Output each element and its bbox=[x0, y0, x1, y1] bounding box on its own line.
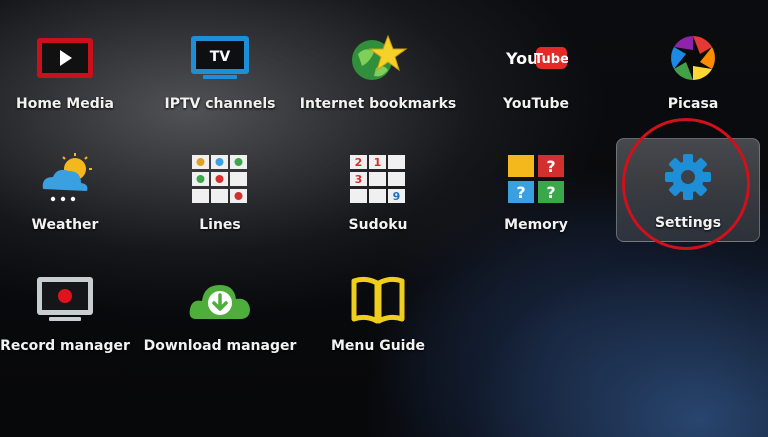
menu-item-download-manager[interactable]: Download manager bbox=[144, 256, 296, 356]
menu-item-record-manager[interactable]: Record manager bbox=[0, 256, 130, 356]
globe-star-icon bbox=[343, 30, 413, 86]
memory-mark: ? bbox=[546, 183, 555, 202]
menu-item-label: Memory bbox=[504, 217, 568, 233]
download-cloud-icon bbox=[185, 272, 255, 328]
menu-item-internet-bookmarks[interactable]: Internet bookmarks bbox=[300, 14, 456, 114]
memory-mark: ? bbox=[516, 183, 525, 202]
youtube-tube-text: Tube bbox=[534, 52, 568, 67]
menu-item-weather[interactable]: Weather bbox=[0, 135, 130, 235]
menu-item-picasa[interactable]: Picasa bbox=[628, 14, 758, 114]
sudoku-digit: 2 bbox=[355, 156, 363, 169]
menu-item-label: Record manager bbox=[0, 338, 130, 354]
menu-item-label: Lines bbox=[199, 217, 241, 233]
sudoku-icon: 2 1 3 9 bbox=[343, 151, 413, 207]
menu-item-memory[interactable]: ? ? ? Memory bbox=[471, 135, 601, 235]
menu-item-label: YouTube bbox=[503, 96, 569, 112]
menu-item-sudoku[interactable]: 2 1 3 9 Sudoku bbox=[313, 135, 443, 235]
highlight-ring bbox=[622, 118, 750, 250]
menu-item-label: Download manager bbox=[143, 338, 297, 354]
sudoku-digit: 3 bbox=[355, 173, 363, 186]
memory-mark: ? bbox=[546, 157, 555, 176]
memory-game-icon: ? ? ? bbox=[501, 151, 571, 207]
menu-item-label: Picasa bbox=[667, 96, 719, 112]
book-icon bbox=[343, 272, 413, 328]
menu-item-menu-guide[interactable]: Menu Guide bbox=[313, 256, 443, 356]
home-media-icon bbox=[30, 30, 100, 86]
menu-item-label: Menu Guide bbox=[330, 338, 425, 354]
sudoku-digit: 1 bbox=[374, 156, 382, 169]
menu-item-label: Weather bbox=[31, 217, 99, 233]
menu-item-label: IPTV channels bbox=[164, 96, 276, 112]
menu-item-label: Sudoku bbox=[348, 217, 408, 233]
menu-item-iptv-channels[interactable]: TV IPTV channels bbox=[155, 14, 285, 114]
menu-item-youtube[interactable]: You Tube YouTube bbox=[471, 14, 601, 114]
lines-game-icon bbox=[185, 151, 255, 207]
picasa-icon bbox=[658, 30, 728, 86]
tv-icon: TV bbox=[185, 30, 255, 86]
menu-item-lines[interactable]: Lines bbox=[155, 135, 285, 235]
youtube-icon: You Tube bbox=[501, 30, 571, 86]
menu-item-home-media[interactable]: Home Media bbox=[0, 14, 130, 114]
menu-item-label: Internet bookmarks bbox=[299, 96, 457, 112]
tv-icon-text: TV bbox=[210, 49, 231, 65]
record-icon bbox=[30, 272, 100, 328]
sudoku-digit: 9 bbox=[393, 190, 401, 203]
weather-icon bbox=[30, 151, 100, 207]
menu-item-label: Home Media bbox=[16, 96, 114, 112]
